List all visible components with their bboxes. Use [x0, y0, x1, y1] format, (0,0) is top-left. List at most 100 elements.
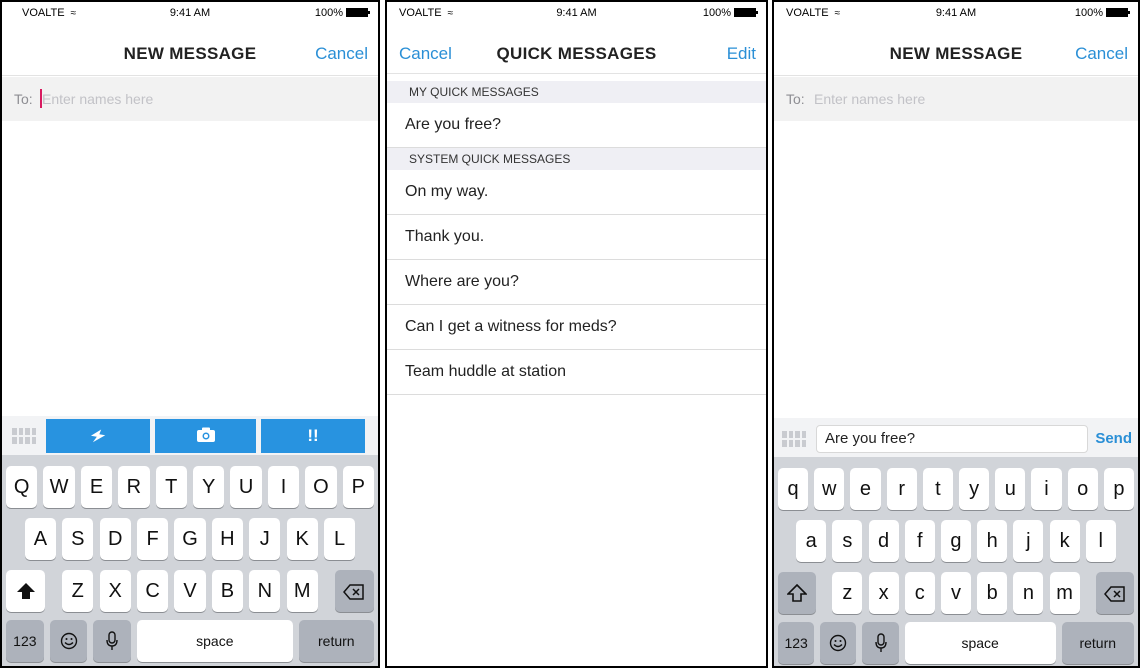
quick-message-item[interactable]: Thank you.	[387, 215, 766, 260]
quick-message-item[interactable]: Can I get a witness for meds?	[387, 305, 766, 350]
nav-bar: NEW MESSAGE Cancel	[2, 24, 378, 76]
key-v[interactable]: V	[174, 570, 206, 612]
key-s[interactable]: s	[832, 520, 863, 562]
key-a[interactable]: a	[796, 520, 827, 562]
numbers-key[interactable]: 123	[778, 622, 815, 664]
key-e[interactable]: E	[80, 466, 113, 508]
key-i[interactable]: I	[267, 466, 300, 508]
key-d[interactable]: d	[868, 520, 899, 562]
battery-percent: 100%	[1074, 7, 1103, 19]
quick-message-item[interactable]: On my way.	[387, 170, 766, 215]
key-i[interactable]: i	[1031, 468, 1062, 510]
key-c[interactable]: C	[136, 570, 169, 612]
shift-key[interactable]	[6, 570, 46, 612]
send-button[interactable]: Send	[1095, 430, 1132, 447]
key-m[interactable]: m	[1049, 572, 1080, 614]
key-k[interactable]: K	[286, 518, 318, 560]
key-y[interactable]: y	[959, 468, 990, 510]
return-key[interactable]: return	[1061, 622, 1134, 664]
key-g[interactable]: G	[174, 518, 206, 560]
return-key[interactable]: return	[298, 620, 374, 662]
camera-button[interactable]	[155, 419, 256, 453]
battery-percent: 100%	[314, 7, 343, 19]
key-w[interactable]: W	[43, 466, 75, 508]
message-input[interactable]: Are you free?	[816, 425, 1088, 453]
key-s[interactable]: S	[62, 518, 94, 560]
key-m[interactable]: M	[286, 570, 318, 612]
key-j[interactable]: j	[1013, 520, 1044, 562]
key-g[interactable]: g	[940, 520, 972, 562]
key-w[interactable]: w	[814, 468, 845, 510]
key-b[interactable]: b	[977, 572, 1008, 614]
grid-icon[interactable]	[782, 431, 806, 447]
emoji-key[interactable]	[820, 622, 857, 664]
key-j[interactable]: J	[249, 518, 281, 560]
camera-icon	[196, 427, 215, 442]
battery-icon	[346, 8, 370, 17]
backspace-key[interactable]	[1096, 572, 1134, 614]
status-bar: VOALTE ≈ 9:41 AM 100%	[387, 2, 766, 24]
edit-button[interactable]: Edit	[727, 44, 756, 64]
recipient-input[interactable]: Enter names here	[814, 91, 925, 107]
key-n[interactable]: n	[1013, 572, 1044, 614]
key-o[interactable]: O	[305, 466, 337, 508]
urgent-button[interactable]: !!	[261, 419, 365, 453]
key-o[interactable]: o	[1067, 468, 1098, 510]
key-n[interactable]: N	[249, 570, 281, 612]
key-r[interactable]: r	[886, 468, 917, 510]
backspace-icon	[343, 584, 365, 600]
dictation-key[interactable]	[93, 620, 132, 662]
key-t[interactable]: t	[922, 468, 953, 510]
key-x[interactable]: X	[99, 570, 131, 612]
key-l[interactable]: L	[323, 518, 356, 560]
space-key[interactable]: space	[904, 622, 1056, 664]
emoji-key[interactable]	[49, 620, 88, 662]
key-z[interactable]: Z	[62, 570, 94, 612]
status-bar: VOALTE ≈ 9:41 AM 100%	[774, 2, 1138, 24]
key-p[interactable]: p	[1103, 468, 1134, 510]
key-f[interactable]: f	[904, 520, 935, 562]
key-q[interactable]: Q	[6, 466, 38, 508]
key-h[interactable]: h	[977, 520, 1008, 562]
key-v[interactable]: v	[940, 572, 972, 614]
dictation-key[interactable]	[862, 622, 899, 664]
key-k[interactable]: k	[1049, 520, 1080, 562]
recipient-bar: To: Enter names here	[774, 77, 1138, 121]
cancel-button[interactable]: Cancel	[1075, 44, 1128, 64]
key-u[interactable]: u	[995, 468, 1026, 510]
quick-message-item[interactable]: Team huddle at station	[387, 350, 766, 395]
to-label: To:	[14, 91, 33, 107]
shift-key[interactable]	[778, 572, 816, 614]
microphone-icon	[106, 631, 118, 650]
cancel-button[interactable]: Cancel	[315, 44, 368, 64]
key-c[interactable]: c	[904, 572, 935, 614]
nav-bar: Cancel QUICK MESSAGES Edit	[387, 24, 766, 74]
key-p[interactable]: P	[342, 466, 374, 508]
space-key[interactable]: space	[137, 620, 293, 662]
key-a[interactable]: A	[24, 518, 57, 560]
key-y[interactable]: Y	[193, 466, 225, 508]
numbers-key[interactable]: 123	[6, 620, 44, 662]
key-l[interactable]: l	[1085, 520, 1116, 562]
key-e[interactable]: e	[850, 468, 881, 510]
key-b[interactable]: B	[211, 570, 244, 612]
nav-bar: NEW MESSAGE Cancel	[774, 24, 1138, 76]
recipient-input[interactable]: Enter names here	[42, 91, 153, 107]
quick-messages-button[interactable]	[46, 419, 150, 453]
key-u[interactable]: U	[230, 466, 262, 508]
lightning-icon	[90, 429, 106, 443]
key-t[interactable]: T	[155, 466, 187, 508]
key-q[interactable]: q	[778, 468, 809, 510]
page-title: QUICK MESSAGES	[496, 44, 657, 63]
key-f[interactable]: F	[136, 518, 169, 560]
quick-message-item[interactable]: Where are you?	[387, 260, 766, 305]
backspace-key[interactable]	[334, 570, 374, 612]
quick-message-item[interactable]: Are you free?	[387, 103, 766, 148]
grid-icon[interactable]	[12, 428, 36, 444]
key-h[interactable]: H	[211, 518, 244, 560]
compose-bar: Are you free? Send	[774, 418, 1138, 460]
key-r[interactable]: R	[118, 466, 150, 508]
key-d[interactable]: D	[99, 518, 131, 560]
key-z[interactable]: z	[832, 572, 863, 614]
key-x[interactable]: x	[868, 572, 899, 614]
